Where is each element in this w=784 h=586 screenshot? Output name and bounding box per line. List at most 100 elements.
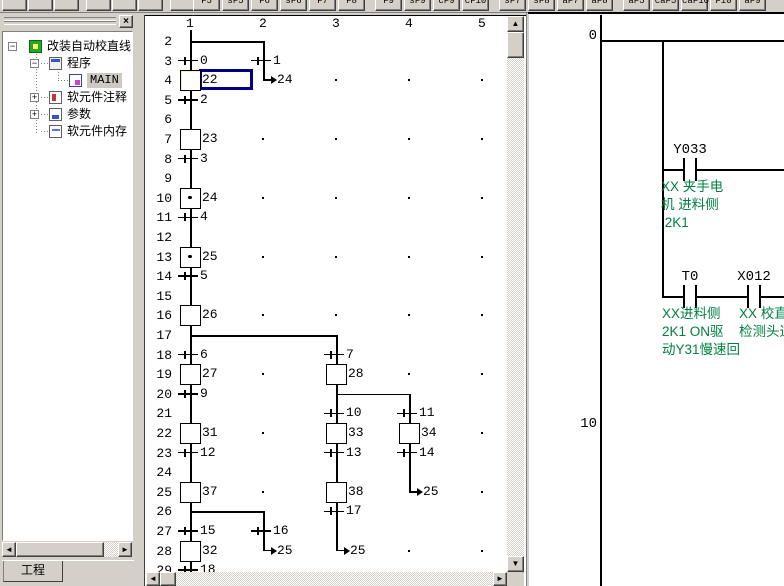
sfc-step-37[interactable] bbox=[180, 482, 201, 503]
ladder-rung-line bbox=[600, 40, 784, 42]
tree-hscroll-thumb[interactable] bbox=[16, 542, 104, 557]
sfc-row-number-28: 28 bbox=[145, 544, 172, 559]
tree-hscroll-left-button[interactable]: ◄ bbox=[2, 542, 16, 557]
sfc-row-number-22: 22 bbox=[145, 426, 172, 441]
sfc-step-33[interactable] bbox=[326, 423, 347, 444]
sfc-transition-2[interactable] bbox=[178, 99, 198, 101]
sfc-transition-4[interactable] bbox=[178, 217, 198, 219]
sfc-step-34[interactable] bbox=[399, 423, 420, 444]
sfc-transition-11[interactable] bbox=[397, 413, 417, 415]
sfc-transition-6[interactable] bbox=[178, 354, 198, 356]
collapse-icon[interactable]: − bbox=[30, 59, 39, 68]
sfc-transition-10[interactable] bbox=[324, 413, 344, 415]
sfc-step-25[interactable] bbox=[180, 247, 201, 268]
sfc-transition-12[interactable] bbox=[178, 452, 198, 454]
toolbar-button-caF5[interactable]: caF5 bbox=[652, 0, 679, 11]
toolbar-button-0[interactable] bbox=[2, 0, 27, 11]
sfc-transition-tick bbox=[184, 96, 186, 104]
sfc-step-32[interactable] bbox=[180, 541, 201, 562]
sfc-transition-16[interactable] bbox=[251, 530, 271, 532]
tree-item-device-comment[interactable]: 软元件注释 bbox=[67, 90, 127, 105]
toolbar-button-caF10[interactable]: caF10 bbox=[681, 0, 708, 11]
tree-item-program[interactable]: 程序 bbox=[67, 56, 91, 71]
sfc-jump-target-25: 25 bbox=[423, 484, 439, 499]
close-icon[interactable]: × bbox=[119, 15, 133, 28]
toolbar-button-sF8[interactable]: sF8 bbox=[528, 0, 555, 11]
toolbar-button-sF9[interactable]: sF9 bbox=[404, 0, 431, 11]
tree-item-project-root[interactable]: 改装自动校直线 bbox=[47, 39, 131, 54]
sfc-step-label-27: 27 bbox=[202, 366, 218, 381]
toolbar-button-aF5[interactable]: aF5 bbox=[623, 0, 650, 11]
toolbar-button-F5[interactable]: F5 bbox=[193, 0, 220, 11]
toolbar-button-cF9[interactable]: cF9 bbox=[433, 0, 460, 11]
toolbar-button-F9[interactable]: F9 bbox=[375, 0, 402, 11]
sfc-transition-tick bbox=[184, 272, 186, 280]
sfc-transition-0[interactable] bbox=[178, 60, 198, 62]
collapse-icon[interactable]: − bbox=[8, 42, 17, 51]
sfc-step-22[interactable] bbox=[180, 70, 201, 91]
tree-guide bbox=[41, 63, 49, 64]
sfc-step-27[interactable] bbox=[180, 364, 201, 385]
expand-icon[interactable]: + bbox=[30, 110, 39, 119]
sfc-step-31[interactable] bbox=[180, 423, 201, 444]
sfc-step-26[interactable] bbox=[180, 305, 201, 326]
sfc-transition-3[interactable] bbox=[178, 158, 198, 160]
sfc-transition-18[interactable] bbox=[178, 569, 198, 571]
ladder-rung-line bbox=[662, 169, 684, 171]
toolbar-button-F8[interactable]: F8 bbox=[338, 0, 365, 11]
toolbar-button-4[interactable] bbox=[112, 0, 137, 11]
sfc-hscroll-track[interactable] bbox=[146, 572, 507, 586]
sfc-transition-15[interactable] bbox=[178, 530, 198, 532]
sfc-step-24[interactable] bbox=[180, 188, 201, 209]
sfc-transition-1[interactable] bbox=[251, 60, 271, 62]
sfc-transition-7[interactable] bbox=[324, 354, 344, 356]
toolbar-button-sF5[interactable]: sF5 bbox=[222, 0, 249, 11]
toolbar-button-aF9[interactable]: aF9 bbox=[739, 0, 766, 11]
sfc-step-38[interactable] bbox=[326, 482, 347, 503]
sfc-hscroll-right-button[interactable]: ► bbox=[493, 572, 507, 586]
toolbar-button-aF8[interactable]: aF8 bbox=[586, 0, 613, 11]
toolbar-button-5[interactable] bbox=[138, 0, 163, 11]
sfc-transition-tick bbox=[257, 527, 259, 535]
sfc-transition-label-9: 9 bbox=[200, 386, 208, 401]
sfc-transition-13[interactable] bbox=[324, 452, 344, 454]
toolbar-button-aF7[interactable]: aF7 bbox=[557, 0, 584, 11]
sfc-transition-5[interactable] bbox=[178, 275, 198, 277]
sfc-grid-dot bbox=[262, 256, 264, 258]
sfc-vscroll-down-button[interactable]: ▼ bbox=[507, 556, 524, 572]
sfc-vscroll-up-button[interactable]: ▲ bbox=[507, 16, 524, 32]
tree-item-device-memory[interactable]: 软元件内存 bbox=[67, 124, 127, 139]
sfc-vscroll-thumb[interactable] bbox=[507, 32, 524, 58]
toolbar-button-sF7[interactable]: sF7 bbox=[499, 0, 526, 11]
toolbar-button-1[interactable] bbox=[28, 0, 53, 11]
tree-item-main[interactable]: MAIN bbox=[87, 73, 122, 88]
tab-project[interactable]: 工程 bbox=[3, 561, 63, 582]
toolbar-button-2[interactable] bbox=[54, 0, 79, 11]
sfc-step-23[interactable] bbox=[180, 129, 201, 150]
sfc-hscroll-thumb[interactable] bbox=[160, 572, 176, 586]
tree-item-parameter[interactable]: 参数 bbox=[67, 107, 91, 122]
device-comment-icon bbox=[49, 91, 62, 104]
toolbar-button-cF10[interactable]: cF10 bbox=[462, 0, 489, 11]
toolbar-button-sF6[interactable]: sF6 bbox=[280, 0, 307, 11]
sfc-vscroll-track[interactable] bbox=[507, 16, 524, 572]
sfc-step-28[interactable] bbox=[326, 364, 347, 385]
tree-hscroll-right-button[interactable]: ► bbox=[118, 542, 132, 557]
expand-icon[interactable]: + bbox=[30, 93, 39, 102]
ladder-comment-line: 动Y31慢速回 bbox=[662, 341, 740, 359]
toolbar-button-6[interactable] bbox=[170, 0, 195, 11]
toolbar-button-3[interactable] bbox=[86, 0, 111, 11]
sfc-transition-9[interactable] bbox=[178, 393, 198, 395]
sfc-transition-14[interactable] bbox=[397, 452, 417, 454]
toolbar-button-F6[interactable]: F6 bbox=[251, 0, 278, 11]
toolbar-button-F10[interactable]: F10 bbox=[710, 0, 737, 11]
ladder-rung-number-0: 0 bbox=[557, 28, 597, 44]
ladder-rung-line bbox=[697, 296, 748, 298]
sfc-grid-dot bbox=[408, 79, 410, 81]
sfc-hscroll-left-button[interactable]: ◄ bbox=[146, 572, 160, 586]
sfc-transition-label-16: 16 bbox=[273, 523, 289, 538]
toolbar-button-F7[interactable]: F7 bbox=[309, 0, 336, 11]
sfc-transition-tick bbox=[330, 507, 332, 515]
sfc-transition-17[interactable] bbox=[324, 511, 344, 513]
palette-grip[interactable] bbox=[4, 21, 116, 25]
